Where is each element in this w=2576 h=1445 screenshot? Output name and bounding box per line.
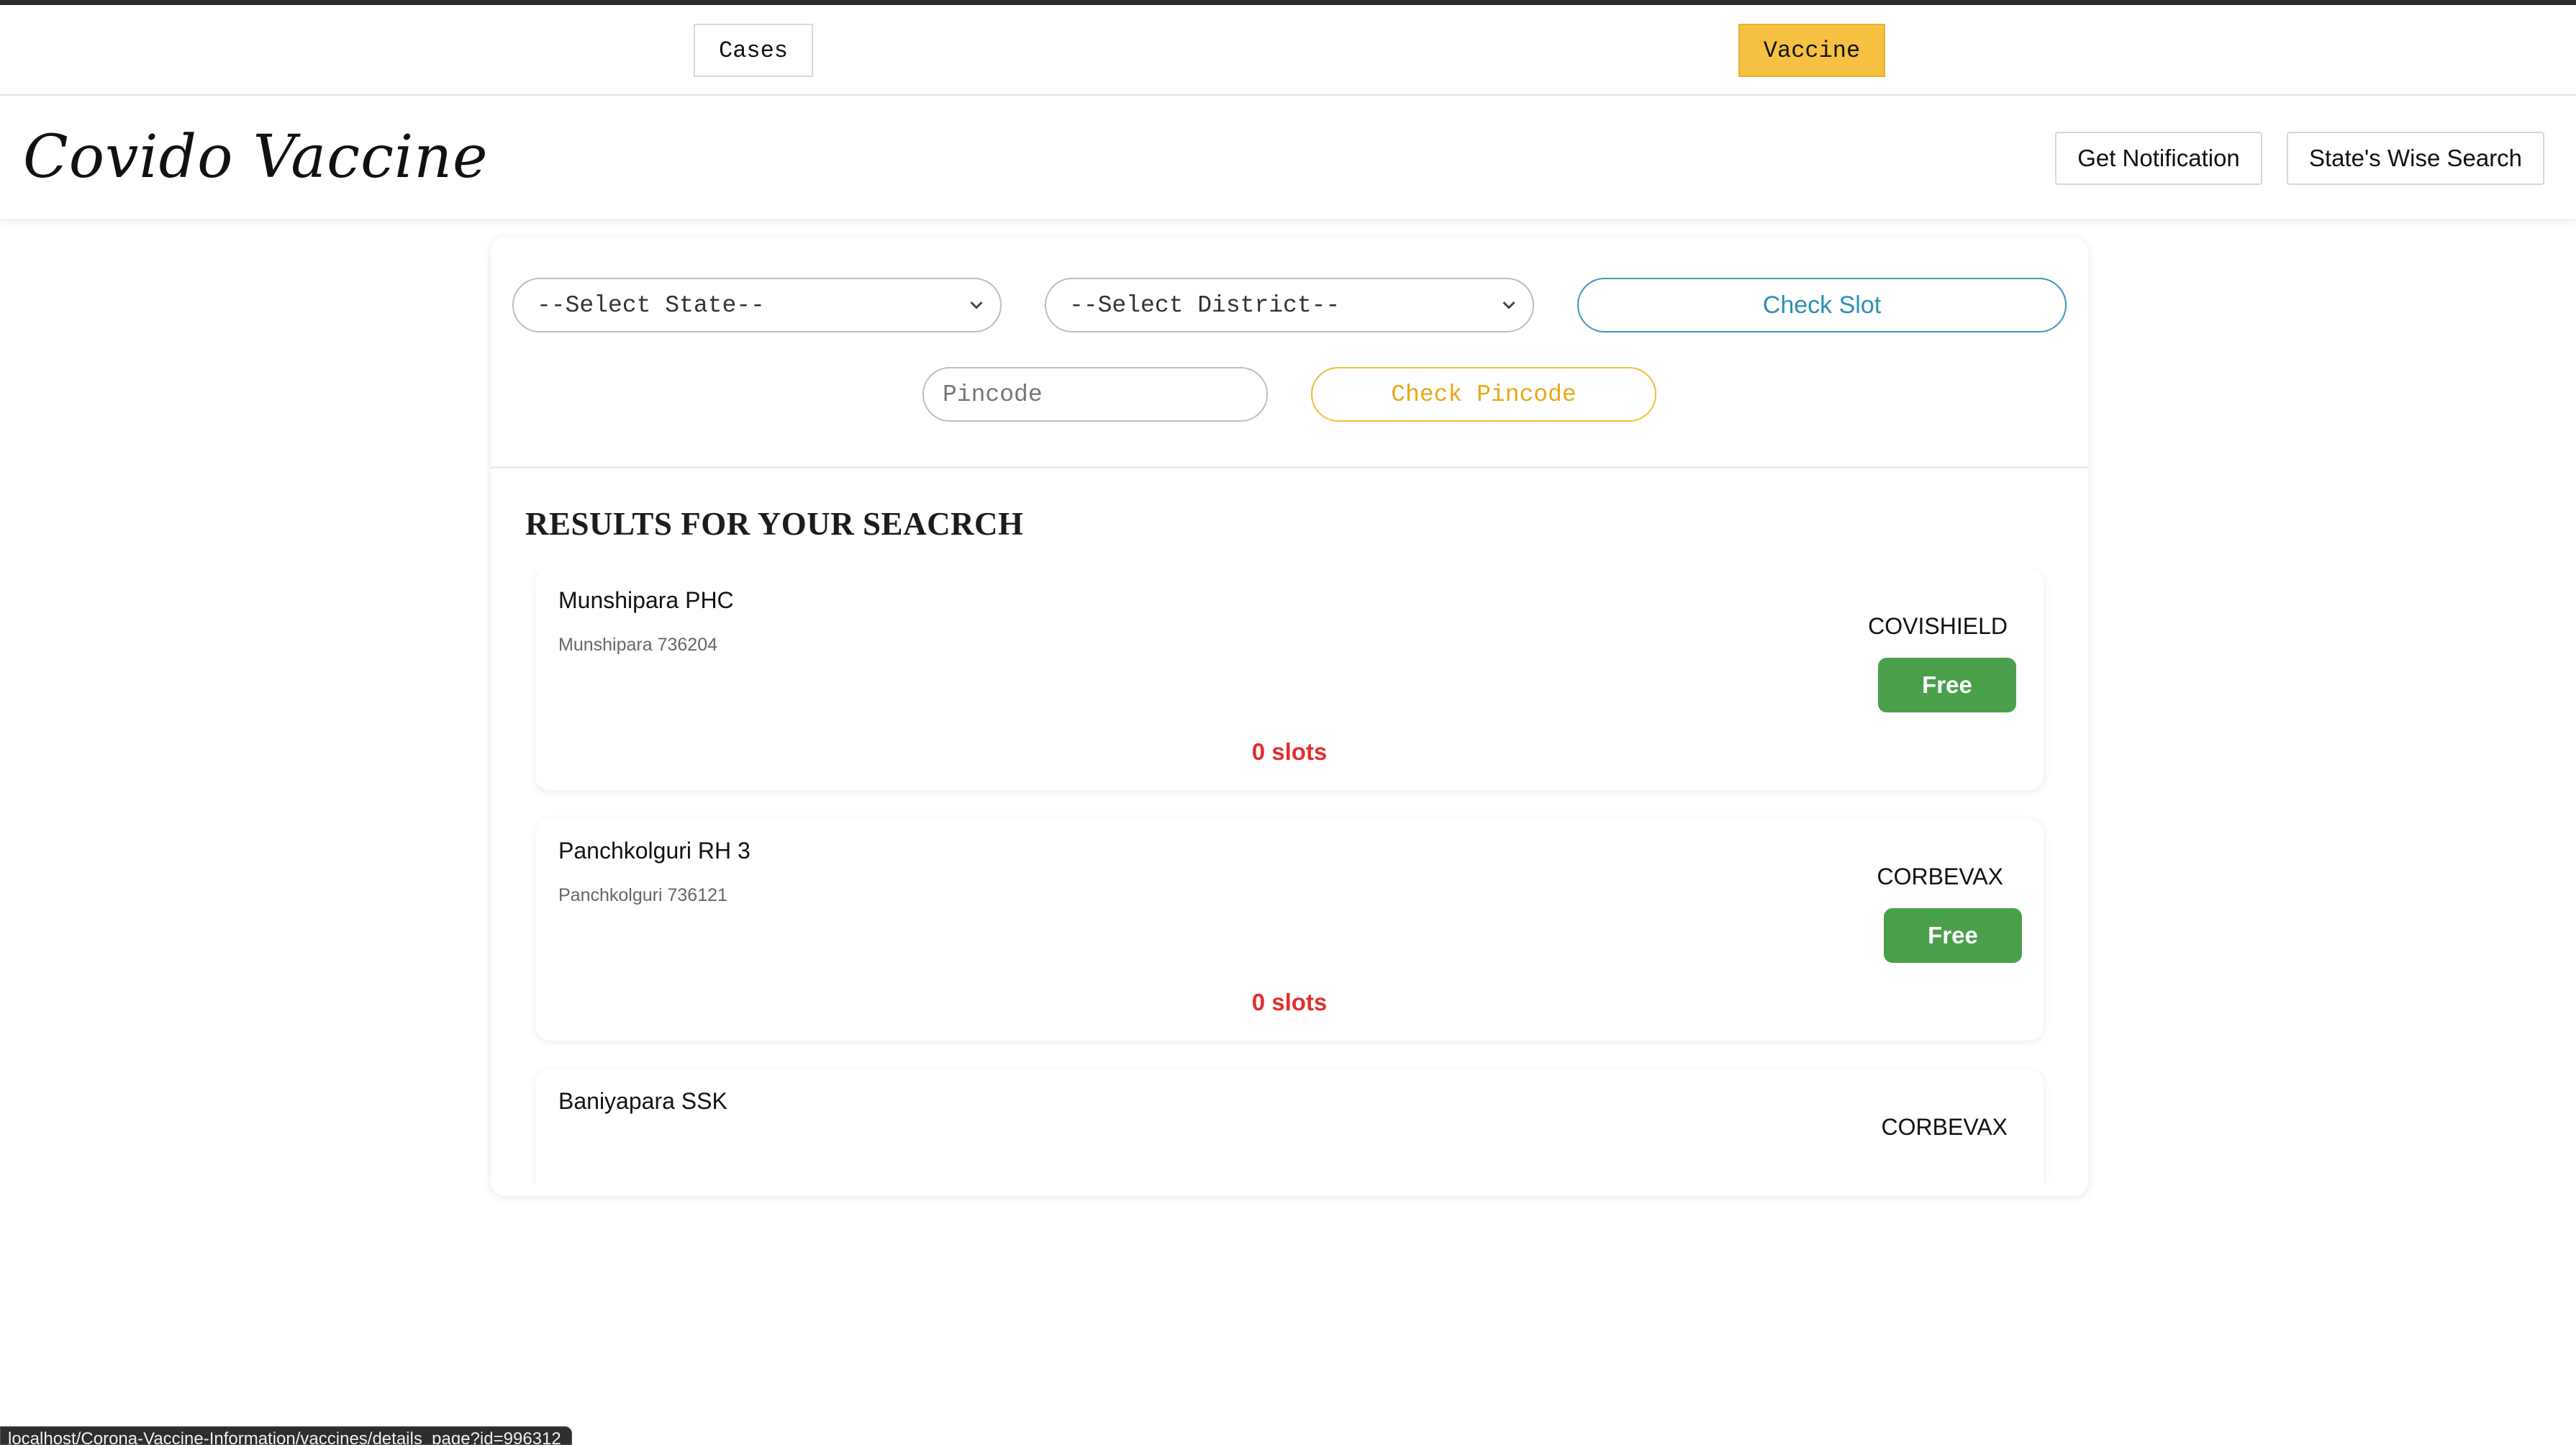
state-select[interactable]: --Select State-- bbox=[512, 278, 1002, 332]
check-slot-button[interactable]: Check Slot bbox=[1577, 278, 2067, 332]
results-list[interactable]: Munshipara PHC Munshipara 736204 COVISHI… bbox=[491, 569, 2088, 1184]
section-divider bbox=[491, 466, 2088, 468]
center-address: Panchkolguri 736121 bbox=[558, 885, 727, 905]
state-select-value: --Select State-- bbox=[537, 291, 765, 319]
brand-logo-text[interactable]: Covido Vaccine bbox=[23, 123, 489, 191]
pincode-input[interactable] bbox=[922, 367, 1268, 422]
district-select[interactable]: --Select District-- bbox=[1045, 278, 1534, 332]
link-status-bar: localhost/Corona-Vaccine-Information/vac… bbox=[0, 1426, 572, 1445]
vaccine-name: CORBEVAX bbox=[1881, 1114, 2008, 1140]
results-title: RESULTS FOR YOUR SEACRCH bbox=[525, 506, 1024, 542]
chevron-down-icon bbox=[1502, 301, 1515, 309]
center-address: Munshipara 736204 bbox=[558, 635, 717, 655]
top-nav-bar: Cases Vaccine bbox=[0, 0, 2576, 96]
slots-available: 0 slots bbox=[1251, 989, 1328, 1015]
cases-tab-button[interactable]: Cases bbox=[694, 24, 813, 77]
center-name: Baniyapara SSK bbox=[558, 1088, 727, 1114]
vaccine-center-card[interactable]: Munshipara PHC Munshipara 736204 COVISHI… bbox=[535, 569, 2044, 790]
get-notification-button[interactable]: Get Notification bbox=[2055, 132, 2262, 185]
vaccine-center-card[interactable]: Panchkolguri RH 3 Panchkolguri 736121 CO… bbox=[535, 819, 2044, 1041]
center-name: Munshipara PHC bbox=[558, 587, 734, 613]
vaccine-name: COVISHIELD bbox=[1868, 613, 2008, 639]
vaccine-name: CORBEVAX bbox=[1877, 864, 2003, 889]
center-name: Panchkolguri RH 3 bbox=[558, 838, 750, 864]
slots-available: 0 slots bbox=[1251, 738, 1328, 765]
vaccine-center-card[interactable]: Baniyapara SSK CORBEVAX bbox=[535, 1069, 2044, 1184]
page-header: Covido Vaccine Get Notification State's … bbox=[0, 96, 2576, 220]
check-pincode-button[interactable]: Check Pincode bbox=[1311, 367, 1656, 422]
district-select-value: --Select District-- bbox=[1069, 291, 1341, 319]
fee-badge: Free bbox=[1878, 658, 2016, 712]
fee-badge: Free bbox=[1884, 908, 2022, 963]
state-wise-search-button[interactable]: State's Wise Search bbox=[2287, 132, 2544, 185]
search-panel: --Select State-- --Select District-- Che… bbox=[491, 237, 2088, 1196]
vaccine-tab-button[interactable]: Vaccine bbox=[1738, 24, 1885, 77]
chevron-down-icon bbox=[970, 301, 983, 309]
